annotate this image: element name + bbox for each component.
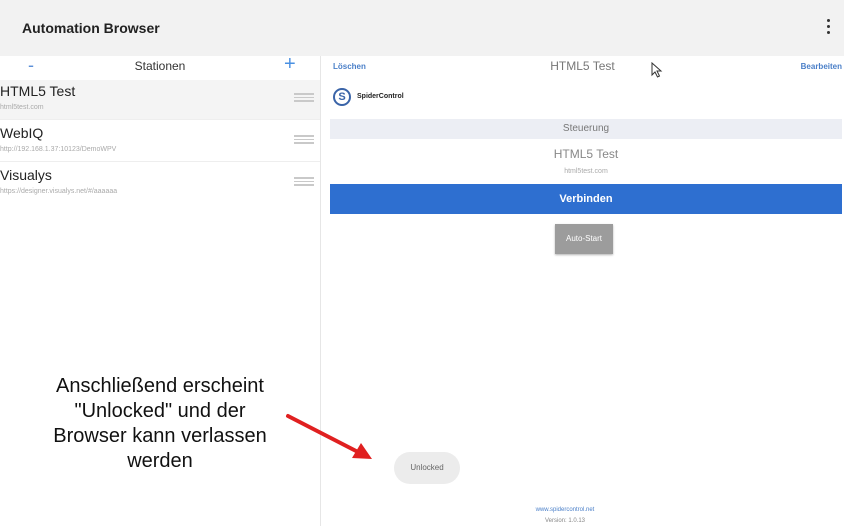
- station-item[interactable]: Visualys https://designer.visualys.net/#…: [0, 164, 320, 204]
- logo-mark: S: [333, 88, 351, 106]
- footer-link[interactable]: www.spidercontrol.net: [501, 507, 629, 513]
- drag-handle-icon[interactable]: [294, 177, 314, 187]
- annotation-line: "Unlocked" und der: [74, 400, 246, 422]
- station-name: HTML5 Test: [0, 83, 76, 99]
- connect-button[interactable]: Verbinden: [330, 184, 842, 214]
- device-url: html5test.com: [564, 168, 608, 175]
- footer-version: Version: 1.0.13: [544, 518, 586, 524]
- station-item[interactable]: HTML5 Test html5test.com: [0, 80, 320, 120]
- station-url: html5test.com: [0, 104, 44, 111]
- annotation-line: Browser kann verlassen: [53, 425, 267, 447]
- autostart-button[interactable]: Auto-Start: [555, 224, 613, 254]
- more-vert-icon[interactable]: [820, 16, 836, 40]
- annotation-line: Anschließend erscheint: [56, 375, 264, 397]
- logo-text: SpiderControl: [357, 93, 404, 100]
- add-station-button[interactable]: +: [284, 53, 296, 76]
- section-header: Steuerung: [330, 119, 842, 139]
- station-detail-panel: HTML5 Test Löschen Bearbeiten S SpiderCo…: [321, 56, 844, 526]
- annotation-arrow-icon: [286, 414, 372, 459]
- stations-header: - Stationen +: [0, 53, 320, 78]
- edit-link[interactable]: Bearbeiten: [801, 62, 842, 71]
- spidercontrol-logo: S SpiderControl: [333, 88, 453, 108]
- app-bar: Automation Browser: [0, 0, 844, 56]
- mouse-cursor-icon: [651, 62, 663, 78]
- device-name: HTML5 Test: [553, 147, 619, 161]
- app-title: Automation Browser: [22, 20, 160, 36]
- annotation-line: werden: [127, 450, 193, 472]
- station-item[interactable]: WebIQ http://192.168.1.37:10123/DemoWPV: [0, 122, 320, 162]
- drag-handle-icon[interactable]: [294, 93, 314, 103]
- stations-title: Stationen: [134, 59, 186, 73]
- station-url: https://designer.visualys.net/#/aaaaaa: [0, 188, 118, 195]
- delete-link[interactable]: Löschen: [333, 62, 366, 71]
- station-name: Visualys: [0, 167, 52, 183]
- annotation-text: Anschließend erscheint "Unlocked" und de…: [10, 374, 310, 474]
- detail-header-title: HTML5 Test: [550, 59, 615, 73]
- station-name: WebIQ: [0, 125, 44, 141]
- unlocked-toast: Unlocked: [394, 452, 460, 484]
- drag-handle-icon[interactable]: [294, 135, 314, 145]
- station-url: http://192.168.1.37:10123/DemoWPV: [0, 146, 117, 153]
